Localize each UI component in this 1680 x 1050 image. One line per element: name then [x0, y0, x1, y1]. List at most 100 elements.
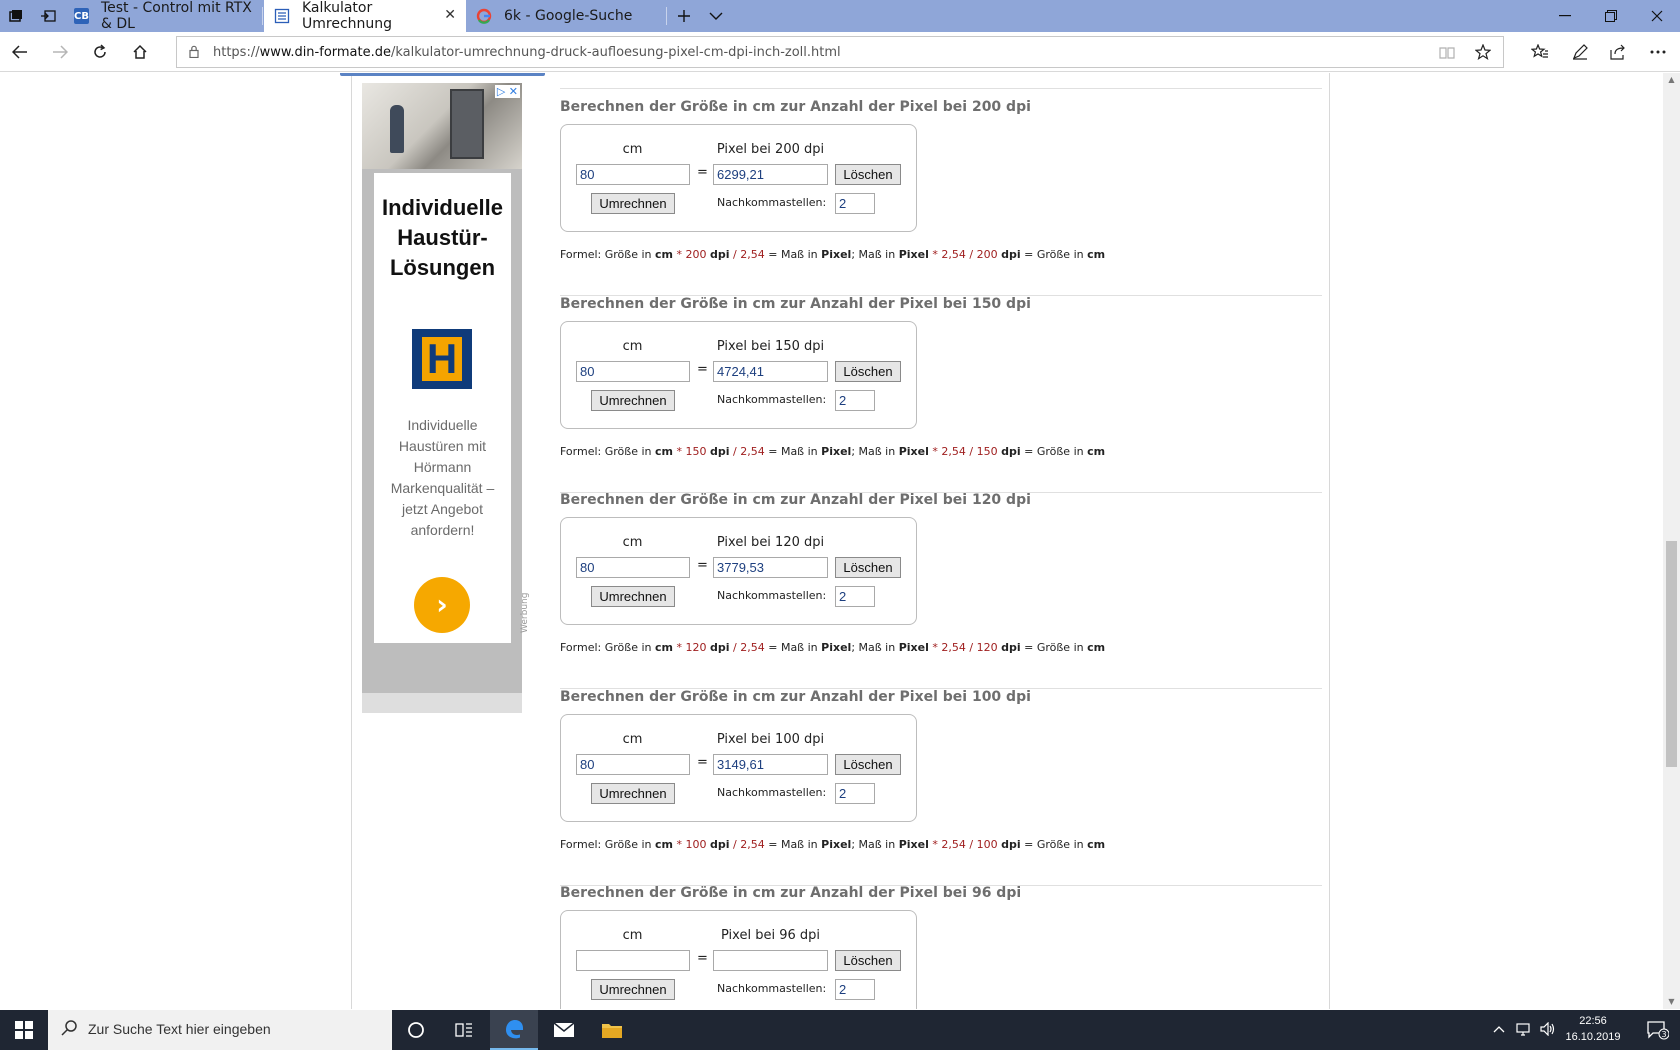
lock-icon[interactable]	[189, 45, 199, 61]
back-arrow-icon[interactable]	[4, 36, 36, 68]
show-hidden-icons-chevron-icon[interactable]	[1493, 1022, 1505, 1037]
close-window-icon[interactable]	[1634, 0, 1680, 32]
formula-text: Formel: Größe in cm * 120 dpi / 2,54 = M…	[560, 641, 1106, 654]
calculator-section: Berechnen der Größe in cm zur Anzahl der…	[560, 296, 1322, 493]
clock-time: 22:56	[1579, 1015, 1607, 1027]
cortana-icon[interactable]	[392, 1010, 440, 1050]
ad-choices-icon[interactable]: ▷ ✕	[494, 85, 520, 98]
address-bar[interactable]: https://www.din-formate.de/kalkulator-um…	[176, 36, 1504, 68]
content-border-left	[351, 73, 352, 1009]
refresh-icon[interactable]	[84, 36, 116, 68]
equals-sign: =	[697, 362, 708, 377]
decimals-input[interactable]: 2	[835, 193, 875, 214]
decimals-input[interactable]: 2	[835, 979, 875, 1000]
decimals-label: Nachkommastellen:	[717, 196, 827, 209]
convert-button[interactable]: Umrechnen	[591, 783, 675, 804]
taskbar-search-box[interactable]: Zur Suche Text hier eingeben	[48, 1010, 392, 1050]
tab-title: Kalkulator Umrechnung	[302, 0, 393, 32]
cm-input[interactable]	[576, 950, 690, 971]
delete-button[interactable]: Löschen	[835, 164, 901, 185]
decimals-label: Nachkommastellen:	[717, 982, 827, 995]
cm-label: cm	[622, 339, 643, 354]
network-icon[interactable]	[1516, 1022, 1532, 1040]
delete-button[interactable]: Löschen	[835, 950, 901, 971]
new-tab-icon[interactable]	[668, 0, 700, 32]
calculator-box: cm Pixel bei 100 dpi 80 = 3149,61 Löschen Umre…	[560, 714, 917, 822]
advertisement[interactable]: ▷ ✕ Individuelle Haustür-Lösungen H Indi…	[362, 83, 522, 693]
pixel-input[interactable]: 4724,41	[713, 361, 828, 382]
scroll-up-icon[interactable]: ▲	[1663, 73, 1680, 87]
delete-button[interactable]: Löschen	[835, 557, 901, 578]
pixel-label: Pixel bei 100 dpi	[716, 732, 825, 747]
restore-icon[interactable]	[1588, 0, 1634, 32]
convert-button[interactable]: Umrechnen	[591, 390, 675, 411]
pixel-label: Pixel bei 120 dpi	[716, 535, 825, 550]
nav-tab-edge	[340, 73, 545, 76]
cb-favicon-icon: CB	[74, 8, 89, 24]
cm-input[interactable]: 80	[576, 557, 690, 578]
favorites-hub-icon[interactable]	[1524, 36, 1556, 68]
pen-notes-icon[interactable]	[1564, 36, 1596, 68]
ad-card[interactable]: Individuelle Haustür-Lösungen H Individu…	[374, 173, 511, 643]
delete-button[interactable]: Löschen	[835, 754, 901, 775]
set-aside-tabs-icon[interactable]	[32, 0, 64, 32]
tab-preview-chevron-icon[interactable]	[700, 0, 732, 32]
cm-label: cm	[622, 928, 643, 943]
close-tab-icon[interactable]: ✕	[444, 7, 456, 23]
decimals-input[interactable]: 2	[835, 390, 875, 411]
calculator-box: cm Pixel bei 200 dpi 80 = 6299,21 Löschen Umre…	[560, 124, 917, 232]
tab-actions-icon[interactable]	[0, 0, 32, 32]
system-clock[interactable]: 22:56 16.10.2019	[1556, 1013, 1630, 1045]
equals-sign: =	[697, 165, 708, 180]
cm-input[interactable]: 80	[576, 361, 690, 382]
formula-text: Formel: Größe in cm * 200 dpi / 2,54 = M…	[560, 248, 1106, 261]
equals-sign: =	[697, 951, 708, 966]
convert-button[interactable]: Umrechnen	[591, 193, 675, 214]
share-icon[interactable]	[1602, 36, 1634, 68]
calculator-title: Berechnen der Größe in cm zur Anzahl der…	[560, 885, 1022, 901]
tab-kalkulator[interactable]: Kalkulator Umrechnung ✕	[264, 0, 466, 32]
scrollbar-thumb[interactable]	[1666, 541, 1677, 767]
cm-input[interactable]: 80	[576, 164, 690, 185]
action-center-icon[interactable]: 3	[1636, 1010, 1680, 1050]
pixel-input[interactable]: 3149,61	[713, 754, 828, 775]
pixel-input[interactable]	[713, 950, 828, 971]
calculator-title: Berechnen der Größe in cm zur Anzahl der…	[560, 99, 1031, 115]
ad-footer	[362, 693, 522, 713]
tab-test-control[interactable]: CB Test - Control mit RTX & DL	[64, 0, 260, 32]
page-scrollbar[interactable]: ▲ ▼	[1663, 73, 1680, 1009]
cm-input[interactable]: 80	[576, 754, 690, 775]
task-view-icon[interactable]	[440, 1010, 488, 1050]
ad-arrow-button[interactable]: ›	[414, 577, 470, 633]
file-explorer-icon[interactable]	[588, 1010, 636, 1050]
decimals-input[interactable]: 2	[835, 586, 875, 607]
tab-title: 6k - Google-Suche	[504, 8, 633, 24]
convert-button[interactable]: Umrechnen	[591, 979, 675, 1000]
url-text: https://www.din-formate.de/kalkulator-um…	[213, 45, 841, 60]
pixel-label: Pixel bei 200 dpi	[716, 142, 825, 157]
delete-button[interactable]: Löschen	[835, 361, 901, 382]
google-favicon-icon	[476, 8, 492, 24]
pixel-input[interactable]: 6299,21	[713, 164, 828, 185]
reading-view-icon[interactable]	[1439, 45, 1455, 64]
ad-body-text: Individuelle Haustüren mit Hörmann Marke…	[390, 417, 495, 538]
favorite-star-icon[interactable]	[1474, 43, 1492, 64]
windows-start-icon[interactable]	[0, 1010, 48, 1050]
minimize-icon[interactable]	[1542, 0, 1588, 32]
tab-google-search[interactable]: 6k - Google-Suche	[466, 0, 666, 32]
mail-icon[interactable]	[540, 1010, 588, 1050]
more-menu-icon[interactable]	[1642, 36, 1674, 68]
edge-browser-icon[interactable]	[490, 1010, 538, 1050]
pixel-label: Pixel bei 150 dpi	[716, 339, 825, 354]
scroll-down-icon[interactable]: ▼	[1663, 995, 1680, 1009]
clock-date: 16.10.2019	[1565, 1031, 1621, 1043]
page-favicon-icon	[274, 8, 290, 24]
volume-icon[interactable]	[1540, 1021, 1556, 1040]
forward-arrow-icon[interactable]	[44, 36, 76, 68]
ad-image[interactable]: ▷ ✕	[362, 83, 522, 169]
pixel-input[interactable]: 3779,53	[713, 557, 828, 578]
decimals-input[interactable]: 2	[835, 783, 875, 804]
convert-button[interactable]: Umrechnen	[591, 586, 675, 607]
decimals-label: Nachkommastellen:	[717, 393, 827, 406]
home-icon[interactable]	[124, 36, 156, 68]
